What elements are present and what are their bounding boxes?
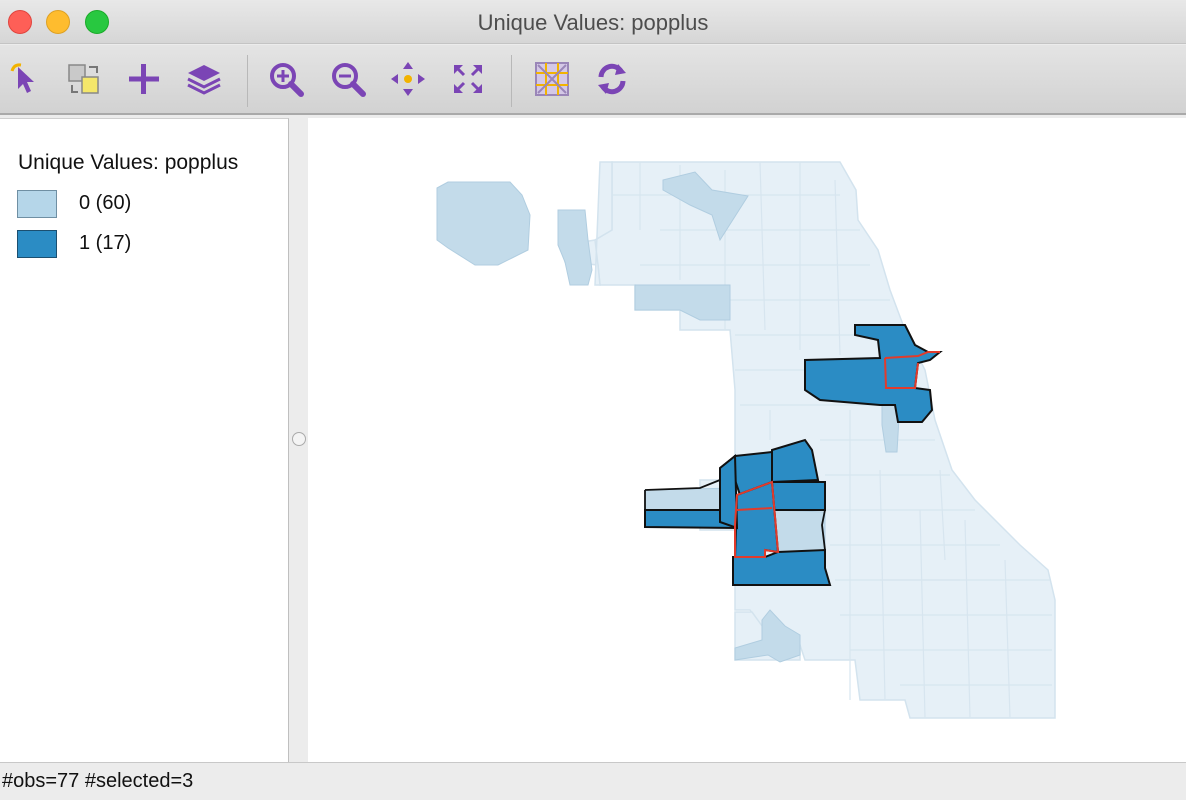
title-bar: Unique Values: popplus xyxy=(0,0,1186,44)
legend-label: 1 (17) xyxy=(79,232,132,254)
legend-swatch xyxy=(17,230,57,258)
zoom-out-icon xyxy=(332,63,366,97)
pan-icon xyxy=(391,62,425,96)
basemap-tool-button[interactable] xyxy=(532,59,572,99)
select-shape-icon xyxy=(68,64,99,94)
basemap-icon xyxy=(535,62,569,96)
pan-tool-button[interactable] xyxy=(388,59,428,99)
status-bar: #obs=77 #selected=3 xyxy=(0,762,1186,800)
layers-icon xyxy=(187,65,221,95)
zoom-in-icon xyxy=(270,63,304,97)
toolbar xyxy=(0,45,1186,115)
plus-icon xyxy=(129,64,159,94)
choropleth-map[interactable] xyxy=(308,118,1186,762)
map-base-city xyxy=(564,161,1056,719)
pointer-arrow-icon xyxy=(10,63,34,93)
add-tool-button[interactable] xyxy=(124,59,164,99)
fit-extent-tool-button[interactable] xyxy=(448,59,488,99)
map-canvas[interactable] xyxy=(308,118,1186,762)
zoom-out-tool-button[interactable] xyxy=(328,59,368,99)
legend-panel: Unique Values: popplus 0 (60) 1 (17) xyxy=(0,118,289,762)
legend-swatch xyxy=(17,190,57,218)
fit-extent-icon xyxy=(454,65,482,93)
status-text: #obs=77 #selected=3 xyxy=(2,770,194,792)
legend-label: 0 (60) xyxy=(79,192,132,214)
toolbar-separator xyxy=(247,55,248,107)
window-title: Unique Values: popplus xyxy=(477,10,709,35)
selection-shape-tool-button[interactable] xyxy=(64,59,104,99)
refresh-tool-button[interactable] xyxy=(592,59,632,99)
map-window: Unique Values: popplus Unique Values: po… xyxy=(0,0,1186,800)
layers-tool-button[interactable] xyxy=(184,59,224,99)
legend-title: Unique Values: popplus xyxy=(18,151,239,174)
splitter-handle[interactable] xyxy=(292,432,306,446)
refresh-icon xyxy=(598,63,626,95)
toolbar-separator xyxy=(511,55,512,107)
panel-splitter[interactable] xyxy=(290,118,308,762)
zoom-in-tool-button[interactable] xyxy=(266,59,306,99)
select-tool-button[interactable] xyxy=(6,59,46,99)
